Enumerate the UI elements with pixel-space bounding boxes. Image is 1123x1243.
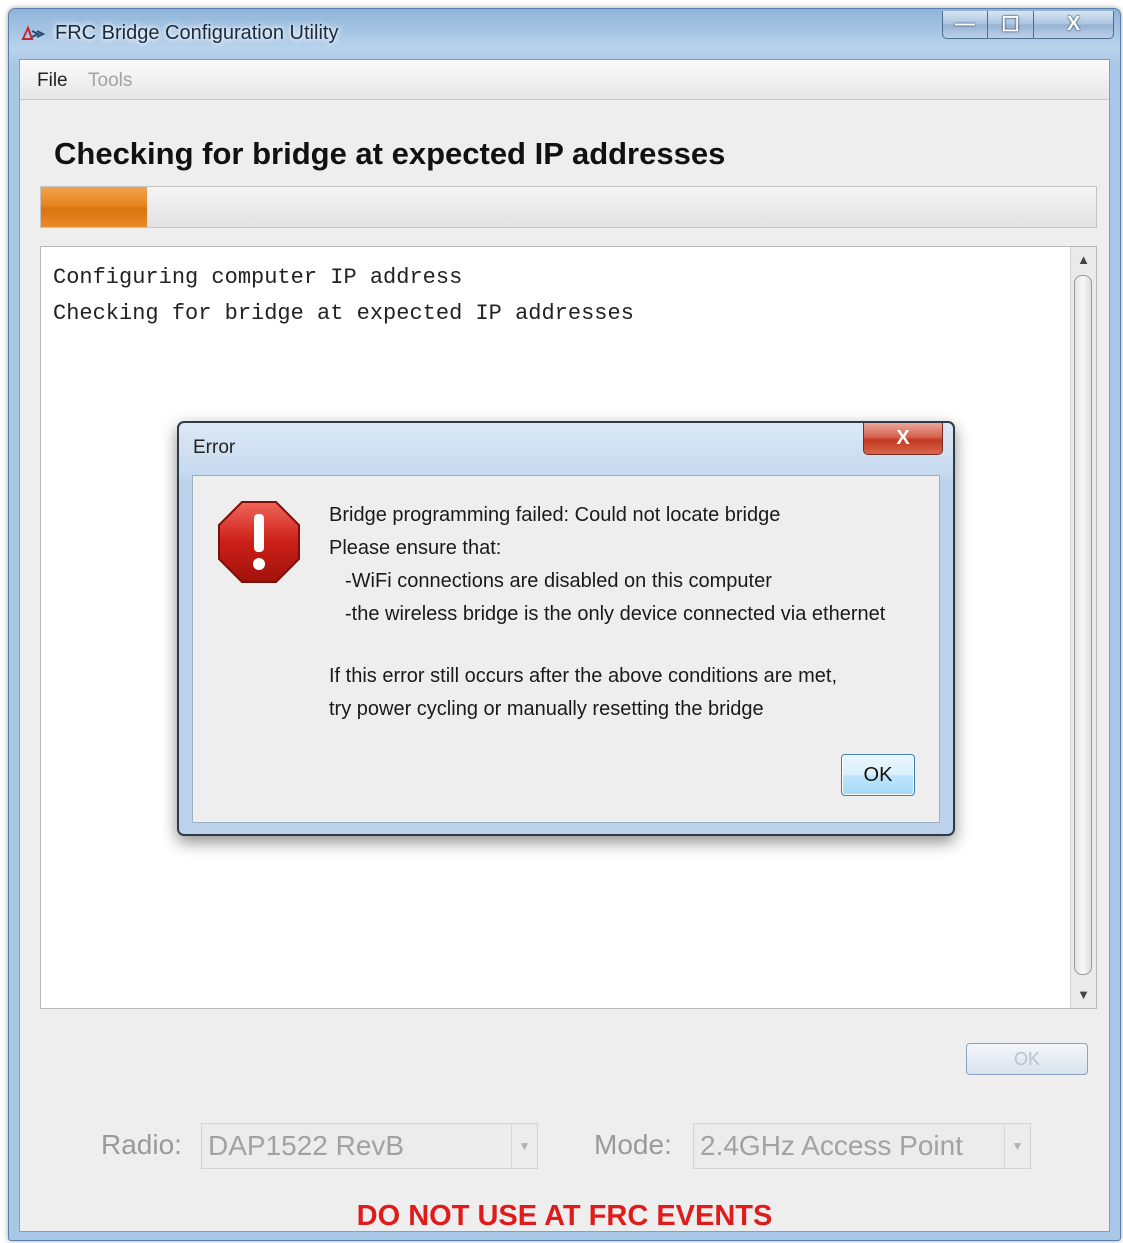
error-dialog: Error X Bridge programming failed: Could…	[177, 421, 955, 836]
error-message-line: try power cycling or manually resetting …	[329, 698, 764, 720]
progress-fill	[41, 187, 147, 227]
error-message-line: Bridge programming failed: Could not loc…	[329, 504, 781, 526]
minimize-button[interactable]: —	[942, 11, 988, 39]
app-logo-icon	[21, 25, 45, 40]
error-message-line: -WiFi connections are disabled on this c…	[345, 570, 772, 592]
close-button[interactable]: X	[1034, 11, 1114, 39]
maximize-button[interactable]: ☐	[988, 11, 1034, 39]
mode-select[interactable]: 2.4GHz Access Point ▼	[693, 1123, 1031, 1169]
warning-text: DO NOT USE AT FRC EVENTS	[356, 1200, 773, 1232]
dialog-ok-button[interactable]: OK	[841, 754, 915, 796]
scrollbar-thumb[interactable]	[1074, 275, 1092, 975]
mode-value: 2.4GHz Access Point	[700, 1130, 964, 1161]
window-title: FRC Bridge Configuration Utility	[55, 22, 339, 44]
status-heading: Checking for bridge at expected IP addre…	[54, 136, 726, 171]
mode-label: Mode:	[594, 1129, 672, 1160]
progress-bar	[40, 186, 1097, 228]
ok-button[interactable]: OK	[966, 1043, 1088, 1075]
log-scrollbar[interactable]: ▲ ▼	[1070, 247, 1096, 1008]
dialog-body: Bridge programming failed: Could not loc…	[192, 475, 940, 823]
chevron-down-icon: ▼	[511, 1124, 537, 1168]
title-bar[interactable]: FRC Bridge Configuration Utility — ☐ X	[9, 9, 1120, 59]
maximize-icon: ☐	[1001, 14, 1020, 36]
radio-label: Radio:	[101, 1129, 182, 1160]
dialog-close-button[interactable]: X	[863, 423, 943, 455]
menu-tools[interactable]: Tools	[88, 70, 132, 92]
menu-file[interactable]: File	[37, 70, 68, 92]
menu-bar: File Tools	[20, 60, 1109, 100]
log-line: Configuring computer IP address	[53, 265, 463, 290]
scroll-up-icon[interactable]: ▲	[1071, 247, 1096, 273]
error-stop-icon	[218, 501, 300, 583]
error-message-line: Please ensure that:	[329, 537, 502, 559]
log-line: Checking for bridge at expected IP addre…	[53, 301, 634, 326]
radio-value: DAP1522 RevB	[208, 1130, 405, 1161]
error-message-line: If this error still occurs after the abo…	[329, 665, 837, 687]
window-controls: — ☐ X	[942, 11, 1114, 41]
radio-select[interactable]: DAP1522 RevB ▼	[201, 1123, 538, 1169]
error-message-line: -the wireless bridge is the only device …	[345, 603, 886, 625]
scroll-down-icon[interactable]: ▼	[1071, 982, 1096, 1008]
chevron-down-icon: ▼	[1004, 1124, 1030, 1168]
dialog-title: Error	[193, 437, 236, 458]
minimize-icon: —	[955, 13, 975, 35]
close-icon: X	[1066, 13, 1081, 35]
